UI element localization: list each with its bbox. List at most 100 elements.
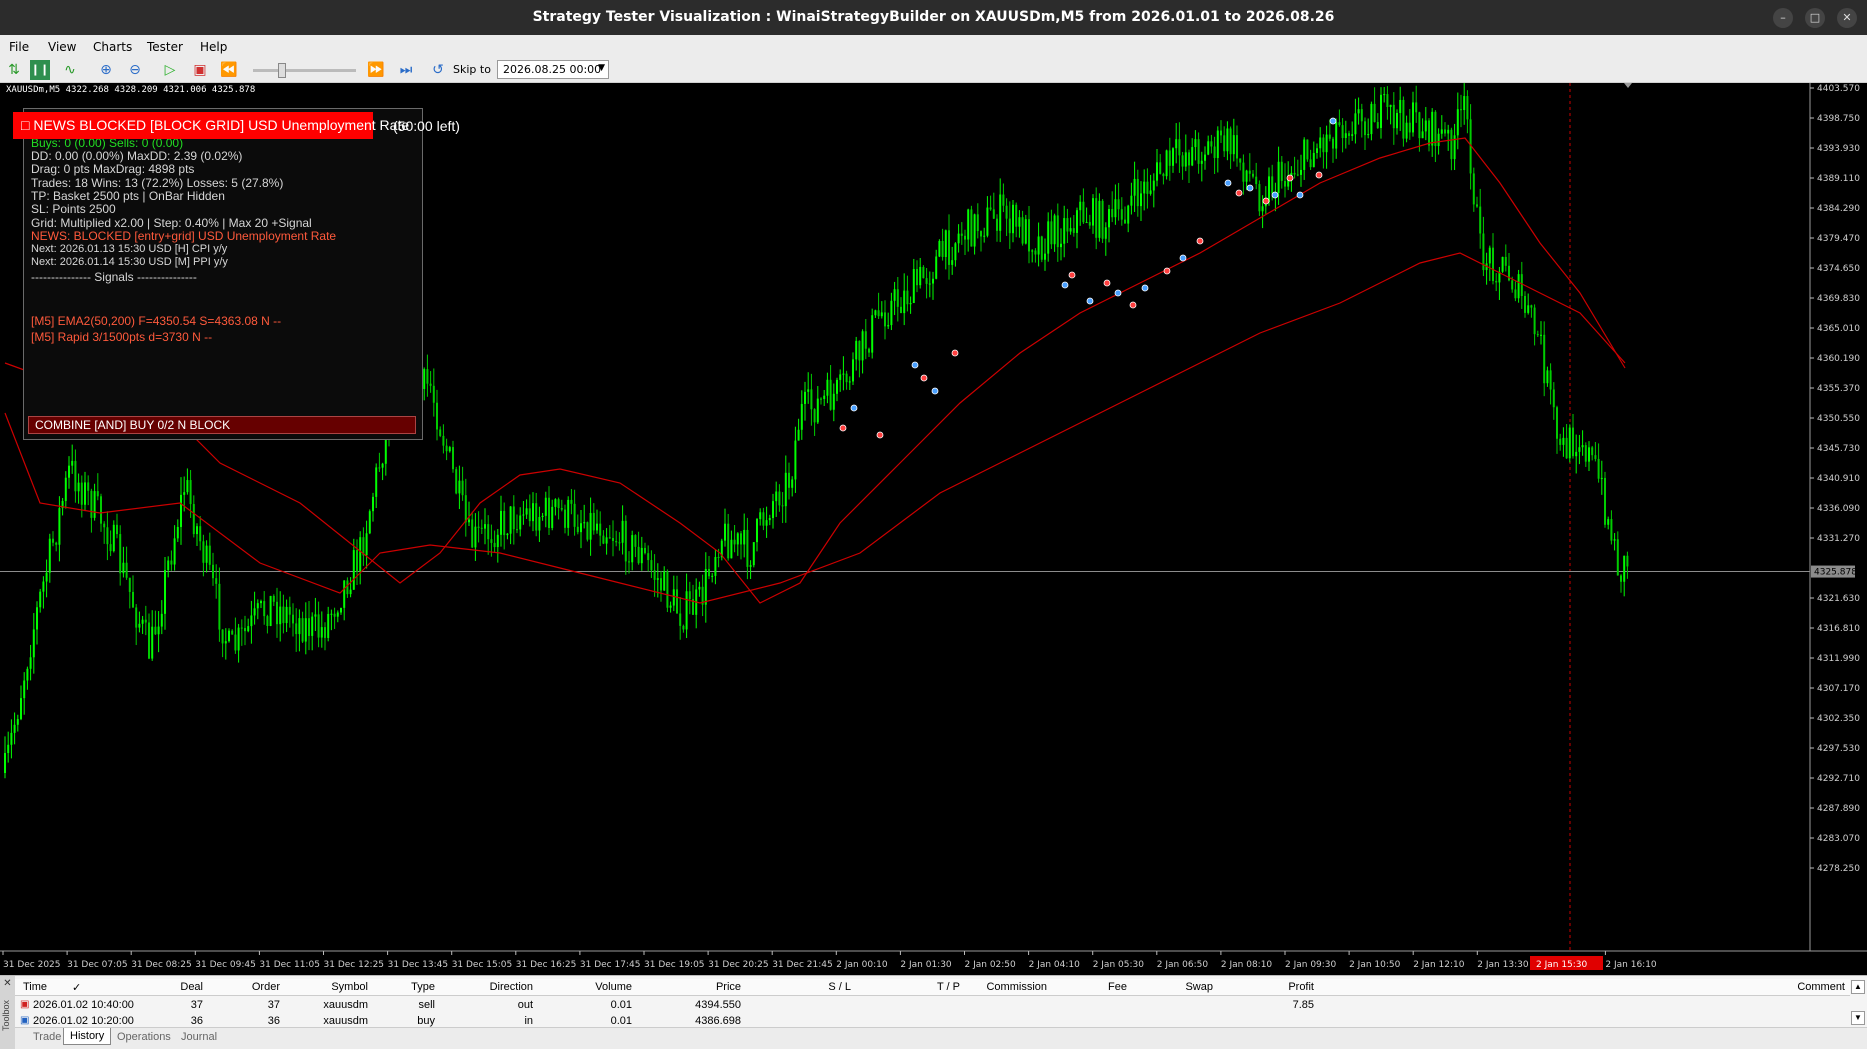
candle-body [13, 724, 16, 733]
candle-body [1479, 206, 1482, 234]
cursor-time-label: 2 Jan 15:30 [1536, 960, 1588, 970]
candle-body [372, 496, 374, 512]
chart-type-icon[interactable]: ⇅ [4, 60, 24, 80]
column-header[interactable]: S / L [828, 981, 851, 993]
speed-slider[interactable] [253, 63, 356, 78]
candle-body [157, 626, 160, 635]
candle-body [1034, 250, 1037, 255]
menu-help[interactable]: Help [200, 40, 227, 54]
tab-history[interactable]: History [63, 1028, 112, 1045]
candle-body [1303, 139, 1306, 170]
candle-body [1543, 334, 1546, 384]
candle-body [871, 315, 874, 353]
column-header[interactable]: Volume [595, 981, 632, 993]
skip-date-select[interactable]: 2026.08.25 00:00 ▼ [497, 60, 609, 79]
candle-body [685, 591, 688, 630]
indicator-icon[interactable]: ∿ [60, 60, 80, 80]
stop-icon[interactable]: ▣ [190, 60, 210, 80]
speed-slider-handle[interactable] [278, 63, 286, 78]
rewind-icon[interactable]: ⏪ [219, 60, 239, 80]
candle-body [1421, 131, 1424, 139]
candle-body [1364, 121, 1366, 136]
candle-body [541, 515, 544, 518]
menu-tester[interactable]: Tester [147, 40, 183, 54]
column-header[interactable]: Symbol [331, 981, 368, 993]
toolbox-strip[interactable]: ✕ Toolbox [0, 976, 15, 1049]
zoom-out-icon[interactable]: ⊖ [125, 60, 145, 80]
candle-body [240, 627, 243, 629]
candle-body [877, 310, 880, 317]
scroll-up-icon[interactable]: ▲ [1851, 980, 1865, 994]
column-header[interactable]: Commission [986, 981, 1047, 993]
column-header[interactable]: Direction [490, 981, 533, 993]
candle-body [1188, 152, 1190, 166]
menu-charts[interactable]: Charts [93, 40, 132, 54]
info-line: Next: 2026.01.13 15:30 USD [H] CPI y/y [31, 243, 228, 255]
buy-arrow-icon [1296, 191, 1304, 199]
column-header[interactable]: Type [411, 981, 435, 993]
candle-body [909, 303, 912, 305]
candle-body [480, 527, 483, 529]
tab-trade[interactable]: Trade [33, 1031, 61, 1043]
menu-view[interactable]: View [48, 40, 76, 54]
column-header[interactable]: Order [252, 981, 280, 993]
pause-icon[interactable]: ❙❙ [30, 60, 50, 80]
candle-body [359, 537, 362, 572]
play-icon[interactable]: ▷ [160, 60, 180, 80]
scroll-down-icon[interactable]: ▼ [1851, 1011, 1865, 1025]
minimize-icon[interactable]: – [1773, 8, 1793, 28]
candle-body [1584, 445, 1587, 462]
candle-body [711, 575, 714, 577]
candle-body [1316, 148, 1318, 153]
candle-body [1623, 555, 1626, 582]
time-tick-label: 2 Jan 12:10 [1413, 960, 1465, 970]
candle-body [42, 581, 45, 592]
zoom-in-icon[interactable]: ⊕ [96, 60, 116, 80]
column-header[interactable]: Comment [1797, 981, 1845, 993]
candle-body [512, 506, 515, 530]
column-header[interactable]: Profit [1288, 981, 1314, 993]
candle-body [20, 698, 22, 720]
close-icon[interactable]: ✕ [1837, 8, 1857, 28]
price-tick-label: 4331.270 [1817, 534, 1860, 544]
candle-body [304, 618, 307, 642]
candle-body [1284, 181, 1286, 187]
candle-body [656, 578, 659, 580]
column-header[interactable]: Fee [1108, 981, 1127, 993]
sell-arrow-icon [876, 431, 884, 439]
candle-body [202, 541, 205, 563]
column-header[interactable]: Price [716, 981, 741, 993]
table-row[interactable]: ▣ 2026.01.02 10:40:00 37 37 xauusdm sell out 0.… [15, 998, 1850, 1014]
candle-body [1408, 122, 1411, 133]
column-header[interactable]: T / P [937, 981, 960, 993]
candle-body [1104, 227, 1107, 239]
column-header[interactable]: Deal [180, 981, 203, 993]
price-tick-label: 4365.010 [1817, 324, 1860, 334]
candle-body [1540, 334, 1542, 336]
candle-body [522, 514, 525, 516]
candle-body [458, 480, 461, 494]
skip-end-icon[interactable]: ⏭ [396, 60, 416, 80]
candle-body [794, 440, 797, 480]
candle-body [500, 510, 502, 535]
time-tick-label: 31 Dec 2025 [3, 960, 61, 970]
fast-forward-icon[interactable]: ⏩ [366, 60, 386, 80]
toolbar: ⇅ ❙❙ ∿ ⊕ ⊖ ▷ ▣ ⏪ ⏩ ⏭ ↺ Skip to 2026.08.2… [0, 57, 1867, 83]
column-header[interactable]: Time [23, 981, 47, 993]
candle-body [484, 524, 486, 529]
tab-operations[interactable]: Operations [117, 1031, 171, 1043]
candle-body [887, 325, 890, 327]
candle-body [308, 618, 310, 636]
column-header[interactable]: Swap [1185, 981, 1213, 993]
chevron-down-icon[interactable]: ▼ [598, 63, 605, 73]
sort-check-icon[interactable]: ✓ [72, 981, 81, 994]
candle-body [234, 634, 237, 651]
buy-arrow-icon [1224, 179, 1232, 187]
candle-body [1360, 109, 1363, 122]
candle-body [148, 622, 150, 659]
close-terminal-icon[interactable]: ✕ [0, 978, 15, 989]
candle-body [1300, 169, 1302, 175]
menu-file[interactable]: File [9, 40, 29, 54]
maximize-icon[interactable]: □ [1805, 8, 1825, 28]
tab-journal[interactable]: Journal [181, 1031, 217, 1043]
